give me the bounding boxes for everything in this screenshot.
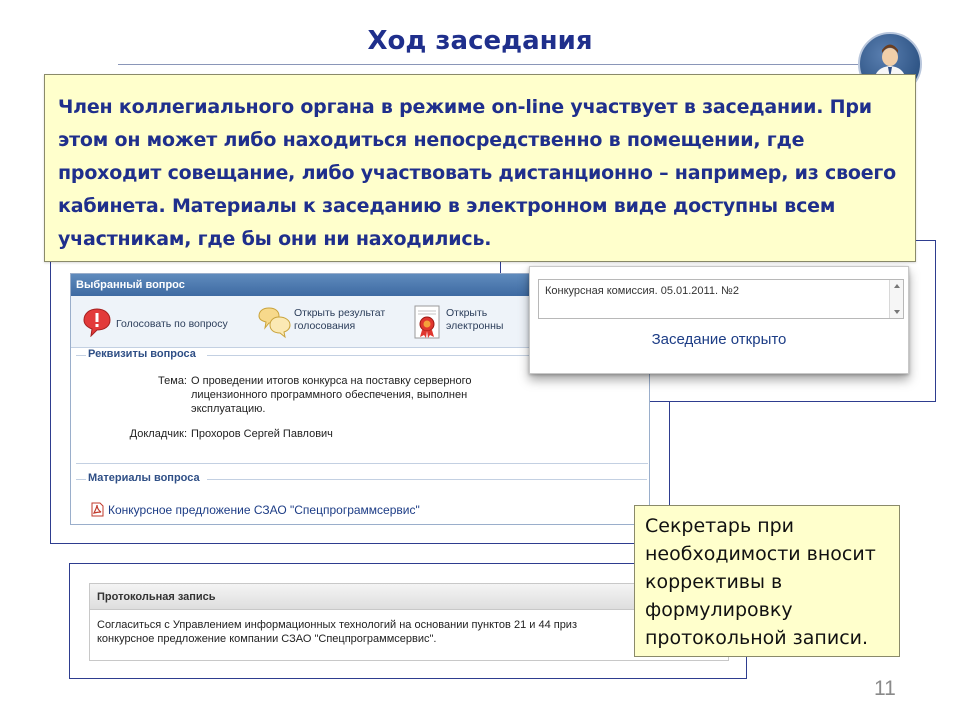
intro-text-box: Член коллегиального органа в режиме on-l… xyxy=(44,74,916,262)
topic-label: Тема: xyxy=(158,375,187,387)
materials-divider-left xyxy=(76,479,86,480)
scroll-up-icon[interactable] xyxy=(894,284,900,288)
materials-divider xyxy=(207,479,647,480)
slide-title: Ход заседания xyxy=(367,26,593,56)
document-link[interactable]: Конкурсное предложение СЗАО "Спецпрограм… xyxy=(108,503,420,517)
topic-line-2: лицензионного программного обеспечения, … xyxy=(191,389,468,401)
protocol-text[interactable]: Согласиться с Управлением информационных… xyxy=(90,610,728,646)
protocol-line-2: конкурсное предложение компании СЗАО "Сп… xyxy=(97,633,437,645)
intro-text: Член коллегиального органа в режиме on-l… xyxy=(58,96,897,250)
vote-results-icon[interactable] xyxy=(258,305,292,344)
session-title-field[interactable]: Конкурсная комиссия. 05.01.2011. №2 xyxy=(538,279,904,319)
pdf-icon xyxy=(91,502,104,522)
open-results-label-2[interactable]: голосования xyxy=(294,320,355,333)
materials-section-title: Материалы вопроса xyxy=(88,472,200,484)
open-document-label-2[interactable]: электронны xyxy=(446,320,503,333)
certificate-icon[interactable] xyxy=(414,305,440,344)
protocol-panel: Протокольная запись Согласиться с Управл… xyxy=(89,583,729,661)
session-status: Заседание открыто xyxy=(651,331,787,348)
title-divider xyxy=(118,64,878,65)
topic-line-3: эксплуатацию. xyxy=(191,403,266,415)
protocol-line-1: Согласиться с Управлением информационных… xyxy=(97,619,577,631)
secretary-callout: Секретарь при необходимости вносит корре… xyxy=(634,505,900,657)
topic-line-1: О проведении итогов конкурса на поставку… xyxy=(191,375,472,387)
vote-button[interactable]: Голосовать по вопросу xyxy=(116,318,228,331)
scroll-down-icon[interactable] xyxy=(894,310,900,314)
materials-divider-top xyxy=(76,463,648,464)
vote-speech-bubble-icon[interactable] xyxy=(82,307,112,342)
protocol-header: Протокольная запись xyxy=(90,584,728,610)
session-popup: Конкурсная комиссия. 05.01.2011. №2 Засе… xyxy=(529,266,909,374)
scrollbar[interactable] xyxy=(889,280,903,318)
speaker-label: Докладчик: xyxy=(129,428,187,440)
details-divider-left xyxy=(76,355,86,356)
speaker-name: Прохоров Сергей Павлович xyxy=(191,428,333,440)
page-number: 11 xyxy=(874,677,896,700)
details-section-title: Реквизиты вопроса xyxy=(88,348,196,360)
session-title: Конкурсная комиссия. 05.01.2011. №2 xyxy=(545,285,739,297)
open-document-label-1[interactable]: Открыть xyxy=(446,307,487,320)
open-results-label-1[interactable]: Открыть результат xyxy=(294,307,385,320)
